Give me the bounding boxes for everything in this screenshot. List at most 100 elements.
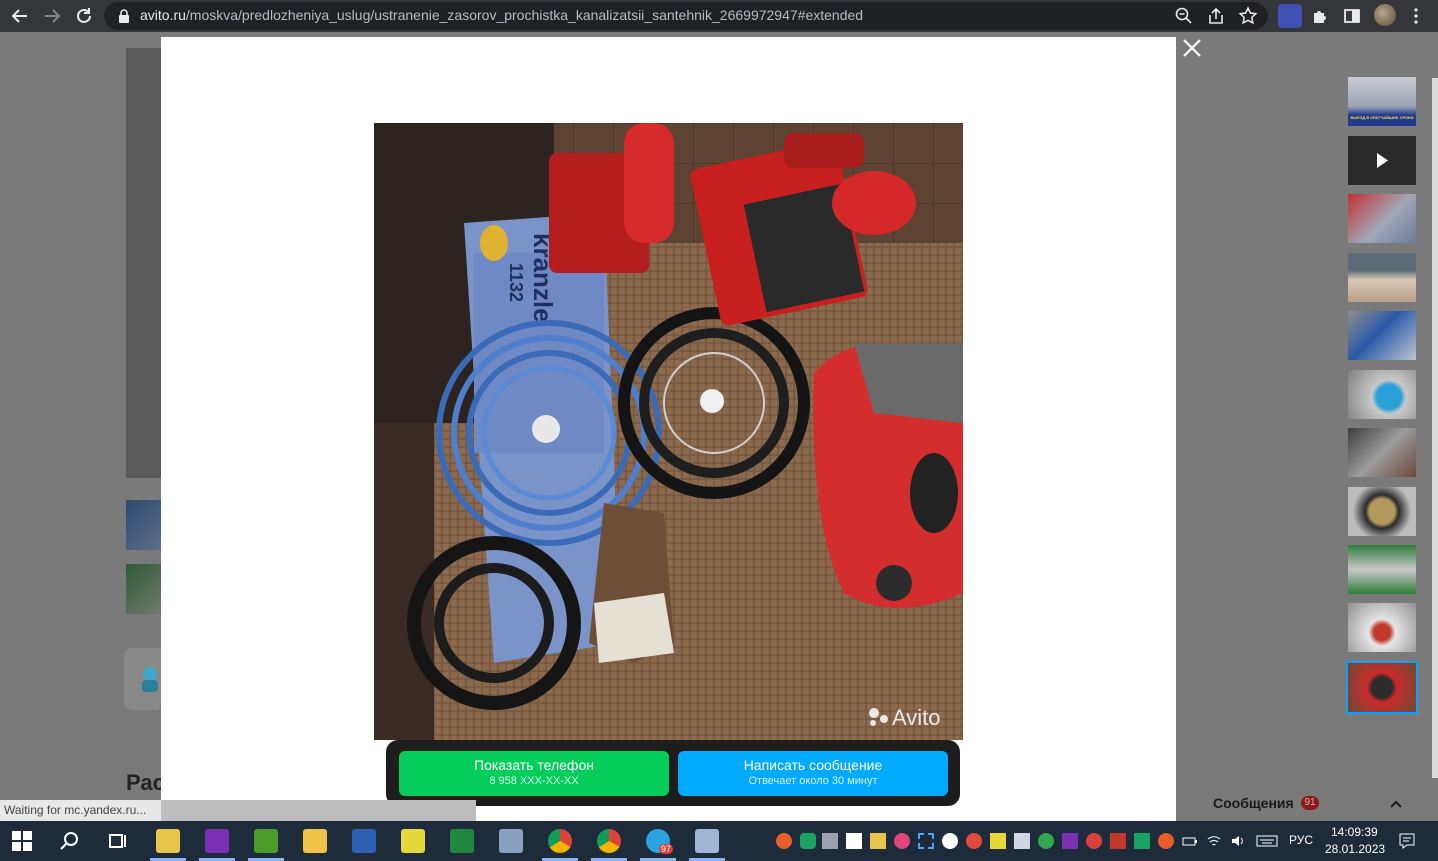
- tray-notes-icon[interactable]: [870, 833, 886, 849]
- washer-model-text: 1132: [506, 263, 526, 302]
- play-icon: [1377, 153, 1388, 168]
- tray-monitor-icon[interactable]: [822, 833, 838, 849]
- side-panel-button[interactable]: [1339, 3, 1365, 29]
- background-section-heading: Рас: [126, 770, 165, 795]
- spreadsheet-icon[interactable]: [450, 829, 474, 853]
- wifi-icon[interactable]: [1206, 833, 1222, 849]
- avito-watermark: Avito: [892, 705, 941, 730]
- chevron-up-icon[interactable]: [1388, 796, 1404, 812]
- background-gallery: [126, 48, 162, 478]
- volume-icon[interactable]: [1230, 833, 1246, 849]
- show-phone-button[interactable]: Показать телефон 8 958 XXX-XX-XX: [399, 751, 669, 796]
- messages-label: Сообщения: [1213, 795, 1294, 811]
- address-bar[interactable]: avito.ru/moskva/predlozheniya_uslug/ustr…: [104, 2, 1268, 30]
- search-icon[interactable]: [58, 829, 82, 853]
- tray-shield-icon[interactable]: [800, 833, 816, 849]
- gallery-thumbnail[interactable]: [1348, 311, 1416, 360]
- tray-snip-icon[interactable]: [918, 833, 934, 849]
- gallery-thumbnail[interactable]: [1348, 194, 1416, 243]
- word-icon[interactable]: [352, 829, 376, 853]
- file-manager-icon[interactable]: [156, 829, 180, 853]
- tray-app-icon[interactable]: [1086, 833, 1102, 849]
- back-button[interactable]: [7, 3, 33, 29]
- tray-app-icon[interactable]: [1158, 833, 1174, 849]
- show-phone-label: Показать телефон: [474, 757, 594, 773]
- url-host: avito.ru: [140, 7, 186, 23]
- share-icon[interactable]: [1206, 6, 1226, 26]
- phone-number: 8 958 XXX-XX-XX: [489, 775, 579, 787]
- tray-app-icon[interactable]: [942, 833, 958, 849]
- keyboard-icon[interactable]: [1256, 833, 1278, 849]
- tray-app-icon[interactable]: [966, 833, 982, 849]
- onenote-icon[interactable]: [205, 829, 229, 853]
- gallery-thumbnail[interactable]: [1348, 545, 1416, 594]
- translate-extension-icon[interactable]: [1278, 4, 1302, 28]
- windows-start-icon[interactable]: [10, 829, 34, 853]
- profile-avatar[interactable]: [1374, 4, 1396, 26]
- arrow-right-icon: [45, 9, 61, 23]
- input-language[interactable]: РУС: [1289, 833, 1313, 847]
- tray-yandex-icon[interactable]: [776, 833, 792, 849]
- background-scroll-edge: [1432, 78, 1438, 778]
- forward-button[interactable]: [39, 3, 65, 29]
- battery-icon[interactable]: [1182, 833, 1198, 849]
- gallery-thumbnail[interactable]: [1348, 370, 1416, 419]
- browser-toolbar: avito.ru/moskva/predlozheniya_uslug/ustr…: [0, 0, 1438, 32]
- star-icon[interactable]: [1238, 6, 1258, 26]
- messages-panel[interactable]: Сообщения 91: [1196, 786, 1418, 821]
- write-message-button[interactable]: Написать сообщение Отвечает около 30 мин…: [678, 751, 948, 796]
- gallery-video-thumbnail[interactable]: [1348, 136, 1416, 185]
- tray-app-icon[interactable]: [1110, 833, 1126, 849]
- notepad-icon[interactable]: [254, 829, 278, 853]
- tray-sticky-icon[interactable]: [990, 833, 1006, 849]
- gallery-thumbnail[interactable]: [1348, 487, 1416, 536]
- url-path: /moskva/predlozheniya_uslug/ustranenie_z…: [185, 7, 864, 23]
- gallery-thumbnail[interactable]: ВЫЕЗД В КРАТЧАЙШИЕ СРОКИ: [1348, 77, 1416, 126]
- url-text[interactable]: avito.ru/moskva/predlozheniya_uslug/ustr…: [140, 7, 863, 23]
- tray-document-icon[interactable]: [846, 833, 862, 849]
- main-photo: kranzle 1132 Avito: [374, 123, 963, 740]
- tray-window-icon[interactable]: [1014, 833, 1030, 849]
- messages-count-badge: 91: [1301, 796, 1319, 810]
- folder-icon[interactable]: [303, 829, 327, 853]
- gallery-thumbnail[interactable]: [1348, 428, 1416, 477]
- thumbnail-caption: ВЫЕЗД В КРАТЧАЙШИЕ СРОКИ: [1350, 115, 1414, 120]
- task-view-icon[interactable]: [106, 829, 130, 853]
- clock-time[interactable]: 14:09:39: [1331, 825, 1378, 839]
- tray-app-icon[interactable]: [894, 833, 910, 849]
- puzzle-icon: [1314, 11, 1326, 23]
- gallery-thumbnail-selected[interactable]: [1346, 661, 1418, 714]
- tray-app-icon[interactable]: [1038, 833, 1054, 849]
- photo-illustration: kranzle 1132 Avito: [374, 123, 963, 740]
- close-icon[interactable]: [1180, 36, 1204, 60]
- notifications-icon[interactable]: [1398, 832, 1416, 850]
- chrome-icon[interactable]: [548, 829, 572, 853]
- app-icon[interactable]: [499, 829, 523, 853]
- status-bar-strip: [161, 800, 476, 821]
- reload-icon: [77, 8, 91, 23]
- sticky-notes-icon[interactable]: [401, 829, 425, 853]
- side-panel-icon: [1344, 9, 1360, 23]
- write-message-label: Написать сообщение: [743, 757, 883, 773]
- background-support-button: [124, 648, 164, 710]
- calculator-icon[interactable]: [695, 829, 719, 853]
- telegram-badge: 97: [659, 844, 674, 854]
- support-icon: [142, 667, 158, 692]
- zoom-icon[interactable]: [1174, 6, 1194, 26]
- background-thumbnail: [126, 500, 162, 550]
- reload-button[interactable]: [71, 3, 97, 29]
- tray-onenote-icon[interactable]: [1062, 833, 1078, 849]
- status-bubble: Waiting for mc.yandex.ru...: [0, 800, 161, 821]
- tray-app-icon[interactable]: [1134, 833, 1150, 849]
- contact-bar: Показать телефон 8 958 XXX-XX-XX Написат…: [386, 740, 960, 806]
- clock-date[interactable]: 28.01.2023: [1325, 842, 1385, 856]
- windows-taskbar: 97 РУС 14:09:39 28.01.2023: [0, 821, 1438, 861]
- response-time: Отвечает около 30 минут: [748, 775, 878, 787]
- menu-button[interactable]: [1403, 3, 1429, 29]
- lock-icon: [119, 9, 129, 23]
- extensions-button[interactable]: [1307, 3, 1333, 29]
- gallery-thumbnail[interactable]: [1348, 603, 1416, 652]
- gallery-thumbnail[interactable]: [1348, 253, 1416, 302]
- chrome-icon[interactable]: [597, 829, 621, 853]
- background-thumbnail: [126, 564, 162, 614]
